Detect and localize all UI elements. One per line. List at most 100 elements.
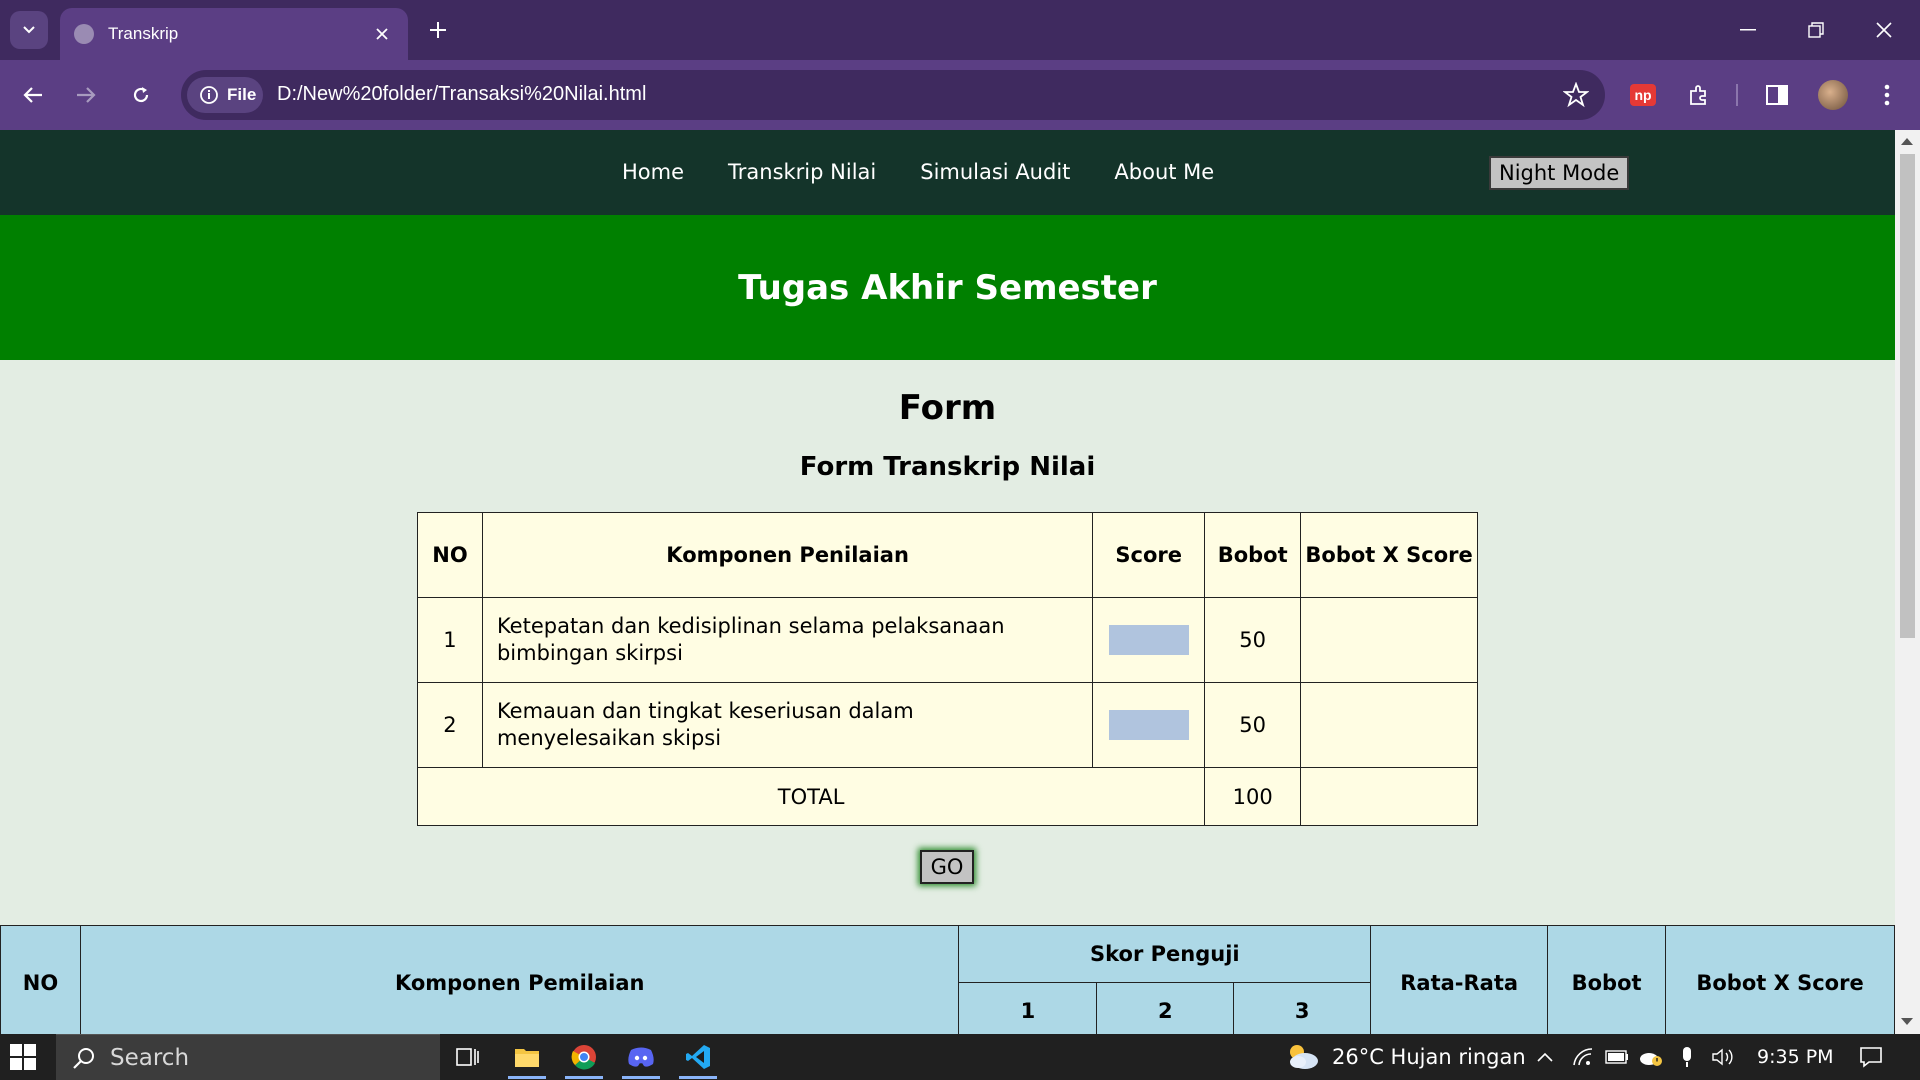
windows-taskbar: Search 26°C Hujan ringan 9:35 PM bbox=[0, 1034, 1920, 1080]
header-rata-rata: Rata-Rata bbox=[1370, 925, 1549, 1034]
transcript-form-table: NO Komponen Penilaian Score Bobot Bobot … bbox=[416, 512, 1478, 826]
row-score-cell bbox=[1092, 597, 1206, 683]
running-indicator bbox=[565, 1076, 603, 1079]
score-input[interactable] bbox=[1108, 625, 1189, 655]
forward-arrow-icon[interactable] bbox=[67, 76, 105, 114]
notification-icon[interactable] bbox=[1856, 1042, 1886, 1072]
total-bobot-x-score bbox=[1300, 767, 1478, 826]
chrome-icon[interactable] bbox=[569, 1042, 599, 1072]
globe-icon bbox=[74, 24, 94, 44]
page-scrollbar[interactable] bbox=[1895, 130, 1920, 1034]
scroll-down-icon[interactable] bbox=[1901, 1018, 1913, 1025]
header-score: Score bbox=[1092, 512, 1206, 598]
row-bobot: 50 bbox=[1204, 682, 1302, 768]
address-bar[interactable]: File D:/New%20folder/Transaksi%20Nilai.h… bbox=[181, 70, 1605, 120]
discord-icon[interactable] bbox=[626, 1042, 656, 1072]
vscode-icon[interactable] bbox=[683, 1042, 713, 1072]
table-row: 1 Ketepatan dan kedisiplinan selama pela… bbox=[417, 597, 1478, 683]
close-window-icon[interactable] bbox=[1864, 12, 1904, 48]
extension-logo-icon[interactable]: np bbox=[1624, 76, 1662, 114]
table-row: 2 Kemauan dan tingkat keseriusan dalam m… bbox=[417, 682, 1478, 768]
header-komponen: Komponen Penilaian bbox=[481, 512, 1094, 598]
site-info-chip[interactable]: File bbox=[187, 77, 263, 113]
new-tab-icon[interactable] bbox=[424, 16, 452, 44]
nav-link-about-me[interactable]: About Me bbox=[1114, 160, 1214, 184]
info-icon bbox=[200, 86, 218, 104]
search-icon bbox=[73, 1047, 94, 1069]
header-no: NO bbox=[417, 512, 483, 598]
header-bobot-x-score: Bobot X Score bbox=[1300, 512, 1478, 598]
row-komponen-text: Ketepatan dan kedisiplinan selama pelaks… bbox=[496, 614, 1005, 665]
assessment-table: NO Komponen Pemilaian Skor Penguji Rata-… bbox=[0, 925, 1895, 1034]
battery-icon[interactable] bbox=[1602, 1042, 1632, 1072]
nav-link-transkrip-nilai[interactable]: Transkrip Nilai bbox=[728, 160, 876, 184]
form-title: Form bbox=[898, 388, 997, 428]
browser-tabbar: Transkrip bbox=[0, 0, 1920, 60]
restore-icon[interactable] bbox=[1796, 12, 1836, 48]
profile-avatar[interactable] bbox=[1814, 76, 1852, 114]
wifi-icon[interactable] bbox=[1568, 1042, 1598, 1072]
url-text[interactable]: D:/New%20folder/Transaksi%20Nilai.html bbox=[277, 83, 646, 106]
search-placeholder: Search bbox=[110, 1044, 190, 1071]
back-arrow-icon[interactable] bbox=[14, 76, 52, 114]
tab-close-icon[interactable] bbox=[370, 22, 394, 46]
microphone-icon[interactable] bbox=[1672, 1042, 1702, 1072]
clock-time[interactable]: 9:35 PM bbox=[1757, 1046, 1834, 1068]
bookmark-star-icon[interactable] bbox=[1562, 81, 1590, 112]
form-subtitle: Form Transkrip Nilai bbox=[799, 452, 1096, 482]
toolbar-divider bbox=[1736, 84, 1738, 106]
go-button[interactable]: GO bbox=[920, 850, 974, 884]
hero-banner: Tugas Akhir Semester bbox=[0, 215, 1895, 360]
weather-text[interactable]: 26°C Hujan ringan bbox=[1332, 1045, 1526, 1069]
row-score-cell bbox=[1092, 682, 1206, 768]
windows-start-icon[interactable] bbox=[10, 1044, 36, 1074]
row-komponen: Kemauan dan tingkat keseriusan dalam men… bbox=[481, 682, 1094, 768]
scroll-up-icon[interactable] bbox=[1901, 138, 1913, 145]
side-panel-icon[interactable] bbox=[1758, 76, 1796, 114]
tab-title: Transkrip bbox=[108, 24, 179, 43]
extensions-puzzle-icon[interactable] bbox=[1680, 76, 1718, 114]
table-header-row: NO Komponen Pemilaian Skor Penguji Rata-… bbox=[0, 925, 1895, 1034]
scrollbar-thumb[interactable] bbox=[1900, 154, 1915, 638]
row-bobot-x-score bbox=[1300, 597, 1478, 683]
browser-toolbar: File D:/New%20folder/Transaksi%20Nilai.h… bbox=[0, 60, 1920, 130]
row-bobot-x-score bbox=[1300, 682, 1478, 768]
running-indicator bbox=[622, 1076, 660, 1079]
task-view-icon[interactable] bbox=[452, 1042, 482, 1072]
chevron-up-icon[interactable] bbox=[1530, 1042, 1560, 1072]
browser-tab-active[interactable]: Transkrip bbox=[60, 8, 408, 60]
table-header-row: NO Komponen Penilaian Score Bobot Bobot … bbox=[417, 512, 1478, 598]
running-indicator bbox=[679, 1076, 717, 1079]
row-no: 2 bbox=[417, 682, 483, 768]
file-explorer-icon[interactable] bbox=[512, 1042, 542, 1072]
speaker-icon[interactable] bbox=[1708, 1042, 1738, 1072]
total-row: TOTAL 100 bbox=[416, 767, 1478, 826]
reload-icon[interactable] bbox=[122, 76, 160, 114]
taskbar-search[interactable]: Search bbox=[56, 1034, 440, 1080]
row-no: 1 bbox=[417, 597, 483, 683]
header-bobot: Bobot bbox=[1547, 925, 1667, 1034]
tab-search-button[interactable] bbox=[10, 11, 48, 49]
score-input[interactable] bbox=[1108, 710, 1189, 740]
chevron-down-icon bbox=[23, 26, 35, 34]
row-komponen: Ketepatan dan kedisiplinan selama pelaks… bbox=[481, 597, 1094, 683]
header-komponen: Komponen Pemilaian bbox=[79, 925, 960, 1034]
nav-links: Home Transkrip Nilai Simulasi Audit Abou… bbox=[622, 160, 1214, 184]
row-bobot: 50 bbox=[1204, 597, 1302, 683]
nav-link-home[interactable]: Home bbox=[622, 160, 684, 184]
menu-kebab-icon[interactable] bbox=[1868, 76, 1906, 114]
night-mode-button[interactable]: Night Mode bbox=[1489, 156, 1630, 190]
nav-link-simulasi-audit[interactable]: Simulasi Audit bbox=[920, 160, 1070, 184]
hero-title: Tugas Akhir Semester bbox=[738, 267, 1157, 308]
minimize-icon[interactable] bbox=[1728, 12, 1768, 48]
running-indicator bbox=[508, 1076, 546, 1079]
header-skor-penguji: Skor Penguji bbox=[958, 925, 1372, 983]
site-navbar: Home Transkrip Nilai Simulasi Audit Abou… bbox=[0, 130, 1895, 215]
header-penguji-1: 1 bbox=[958, 982, 1098, 1034]
weather-cloud-rain-icon[interactable] bbox=[1282, 1042, 1322, 1072]
total-label: TOTAL bbox=[416, 767, 1206, 826]
header-penguji-2: 2 bbox=[1096, 982, 1235, 1034]
header-bobot: Bobot bbox=[1204, 512, 1302, 598]
onedrive-warning-icon[interactable] bbox=[1636, 1042, 1666, 1072]
page-viewport: Home Transkrip Nilai Simulasi Audit Abou… bbox=[0, 130, 1895, 1034]
